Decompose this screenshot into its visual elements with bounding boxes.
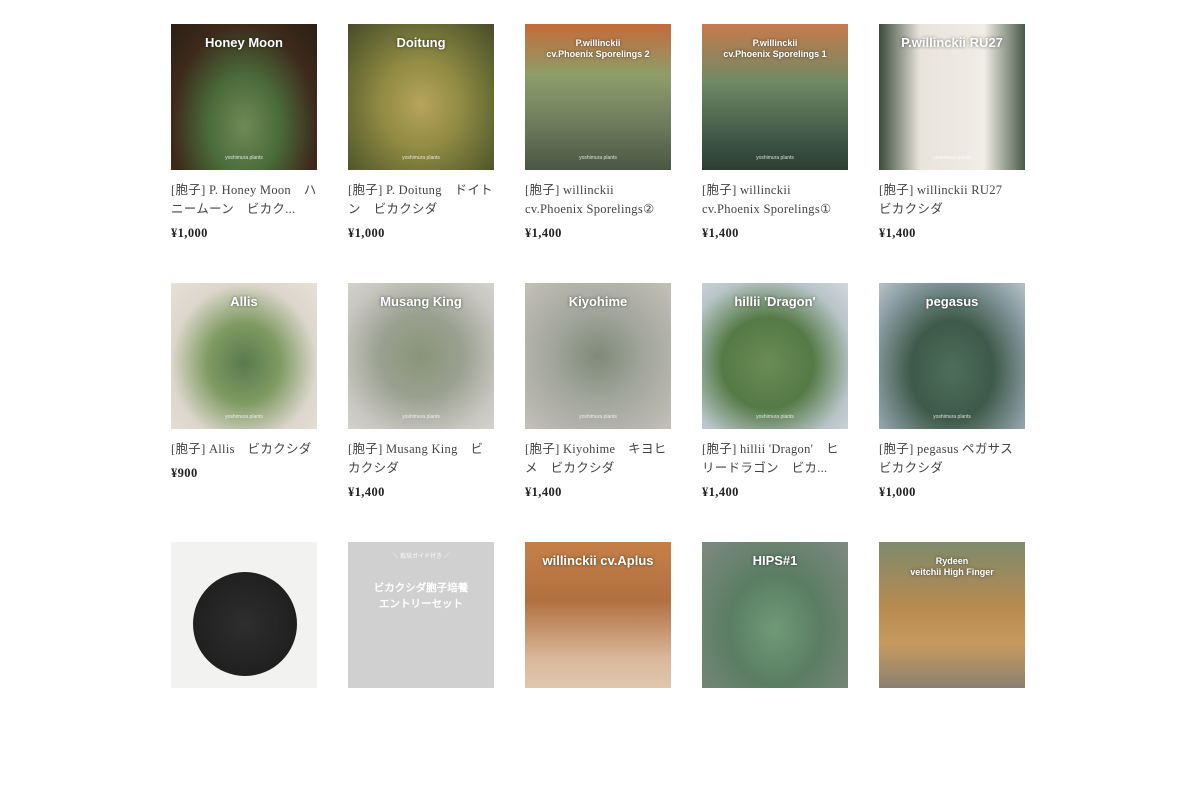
image-watermark: yoshimura plants (933, 155, 971, 161)
product-card[interactable]: Kiyohime yoshimura plants [胞子] Kiyohime キヨ… (525, 283, 671, 542)
product-card[interactable]: Honey Moon yoshimura plants [胞子] P. Honey … (171, 24, 317, 283)
product-price: ¥1,400 (348, 485, 385, 499)
image-overlay-label: Honey Moon (205, 35, 283, 50)
image-watermark: yoshimura plants (579, 155, 617, 161)
product-price: ¥1,000 (171, 226, 208, 240)
product-image[interactable]: ＼ 栽培ガイド付き ／ ビカクシダ胞子培養 エントリーセット (348, 542, 494, 688)
product-name[interactable]: [胞子] hillii 'Dragon' ヒリードラゴン ビカ... (702, 440, 848, 478)
product-image[interactable]: pegasus yoshimura plants (879, 283, 1025, 429)
product-card[interactable]: P.willinckii RU27 yoshimura plants [胞子] wi… (879, 24, 1025, 283)
image-overlay-label: Doitung (396, 35, 446, 50)
image-watermark: yoshimura plants (579, 414, 617, 420)
product-card[interactable]: ＼ 栽培ガイド付き ／ ビカクシダ胞子培養 エントリーセット (348, 542, 494, 801)
image-watermark: yoshimura plants (402, 414, 440, 420)
product-image[interactable]: HIPS#1 (702, 542, 848, 688)
product-image[interactable]: Doitung yoshimura plants (348, 24, 494, 170)
product-card[interactable]: Allis yoshimura plants [胞子] Allis ビカクシダ ¥90… (171, 283, 317, 542)
product-price: ¥1,000 (348, 226, 385, 240)
product-card[interactable]: Musang King yoshimura plants [胞子] Musang K… (348, 283, 494, 542)
product-card[interactable]: P.willinckii cv.Phoenix Sporelings 1 yosh… (702, 24, 848, 283)
product-name[interactable]: [胞子] pegasus ペガサス ビカクシダ (879, 440, 1025, 478)
product-price: ¥900 (171, 466, 198, 480)
sponge-disc-image (193, 572, 297, 676)
product-price: ¥1,400 (525, 226, 562, 240)
image-watermark: yoshimura plants (756, 414, 794, 420)
image-overlay-label: P.willinckii cv.Phoenix Sporelings 2 (546, 38, 650, 59)
product-grid: Honey Moon yoshimura plants [胞子] P. Honey … (171, 24, 1025, 801)
product-price: ¥1,000 (879, 485, 916, 499)
image-overlay-label: P.willinckii cv.Phoenix Sporelings 1 (723, 38, 827, 59)
image-watermark: yoshimura plants (225, 414, 263, 420)
product-image[interactable]: Honey Moon yoshimura plants (171, 24, 317, 170)
product-name[interactable]: [胞子] willinckii RU27 ビカクシダ (879, 181, 1025, 219)
image-overlay-label: pegasus (925, 294, 979, 309)
kit-banner-text: ＼ 栽培ガイド付き ／ ビカクシダ胞子培養 エントリーセット (348, 552, 494, 612)
product-name[interactable]: [胞子] Musang King ビカクシダ (348, 440, 494, 478)
image-watermark: yoshimura plants (225, 155, 263, 161)
image-watermark: yoshimura plants (402, 155, 440, 161)
product-image[interactable]: Allis yoshimura plants (171, 283, 317, 429)
image-overlay-label: hillii 'Dragon' (734, 294, 816, 309)
product-name[interactable]: [胞子] P. Honey Moon ハニームーン ビカク... (171, 181, 317, 219)
image-overlay-label: Allis (230, 294, 258, 309)
product-price: ¥1,400 (702, 485, 739, 499)
image-overlay-label: Kiyohime (568, 294, 628, 309)
kit-banner-subtitle: ＼ 栽培ガイド付き ／ (392, 553, 450, 560)
product-image[interactable]: Rydeen veitchii High Finger (879, 542, 1025, 688)
product-image[interactable]: willinckii cv.Aplus (525, 542, 671, 688)
product-image[interactable]: Musang King yoshimura plants (348, 283, 494, 429)
product-image[interactable]: Kiyohime yoshimura plants (525, 283, 671, 429)
product-card[interactable]: HIPS#1 (702, 542, 848, 801)
image-overlay-label: HIPS#1 (752, 553, 798, 568)
image-overlay-label: P.willinckii RU27 (901, 35, 1003, 50)
product-card[interactable]: hillii 'Dragon' yoshimura plants [胞子] hill… (702, 283, 848, 542)
image-overlay-label: Musang King (380, 294, 462, 309)
image-overlay-label: Rydeen veitchii High Finger (910, 556, 994, 577)
product-card[interactable]: willinckii cv.Aplus (525, 542, 671, 801)
image-overlay-label: willinckii cv.Aplus (542, 553, 654, 568)
product-image[interactable]: P.willinckii cv.Phoenix Sporelings 1 yosh… (702, 24, 848, 170)
product-price: ¥1,400 (702, 226, 739, 240)
kit-banner-title: ビカクシダ胞子培養 エントリーセット (373, 582, 469, 610)
product-card[interactable]: P.willinckii cv.Phoenix Sporelings 2 yosh… (525, 24, 671, 283)
product-image[interactable]: P.willinckii RU27 yoshimura plants (879, 24, 1025, 170)
product-image[interactable]: P.willinckii cv.Phoenix Sporelings 2 yosh… (525, 24, 671, 170)
product-name[interactable]: [胞子] willinckii cv.Phoenix Sporelings② ビ… (525, 181, 671, 219)
product-image[interactable] (171, 542, 317, 688)
product-name[interactable]: [胞子] Kiyohime キヨヒメ ビカクシダ (525, 440, 671, 478)
product-card[interactable]: pegasus yoshimura plants [胞子] pegasus ペガサス… (879, 283, 1025, 542)
image-watermark: yoshimura plants (933, 414, 971, 420)
product-card[interactable] (171, 542, 317, 801)
product-card[interactable]: Rydeen veitchii High Finger (879, 542, 1025, 801)
product-image[interactable]: hillii 'Dragon' yoshimura plants (702, 283, 848, 429)
product-price: ¥1,400 (879, 226, 916, 240)
product-name[interactable]: [胞子] P. Doitung ドイトン ビカクシダ (348, 181, 494, 219)
product-card[interactable]: Doitung yoshimura plants [胞子] P. Doitung ド… (348, 24, 494, 283)
image-watermark: yoshimura plants (756, 155, 794, 161)
product-name[interactable]: [胞子] willinckii cv.Phoenix Sporelings① ビ… (702, 181, 848, 219)
product-price: ¥1,400 (525, 485, 562, 499)
